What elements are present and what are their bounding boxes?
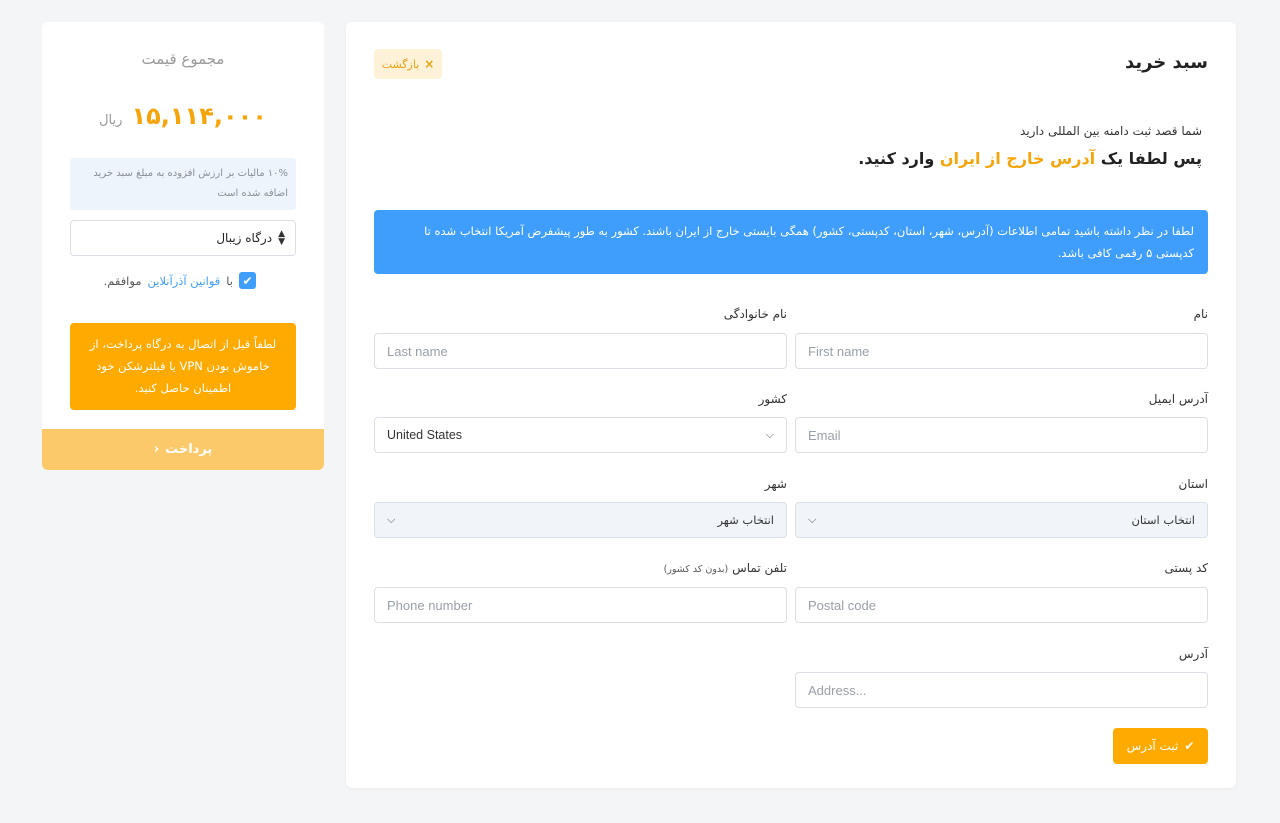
- total-price-currency: ریال: [99, 113, 123, 128]
- phone-label-text: تلفن تماس: [732, 561, 787, 575]
- back-button[interactable]: × بازگشت: [374, 49, 442, 79]
- price-summary-title: مجموع قیمت: [141, 50, 225, 68]
- submit-address-label: ثبت آدرس: [1126, 739, 1179, 753]
- intro-instruction: پس لطفا یک آدرس خارج از ایران وارد کنید.: [858, 149, 1202, 168]
- state-label: استان: [1178, 477, 1208, 491]
- first-name-label: نام: [1193, 307, 1208, 321]
- country-select[interactable]: United States ⌵: [374, 417, 787, 453]
- email-label: آدرس ایمیل: [1148, 392, 1208, 406]
- cart-panel: سبد خرید × بازگشت شما قصد ثبت دامنه بین …: [346, 22, 1236, 788]
- email-input[interactable]: [795, 417, 1208, 453]
- terms-link[interactable]: قوانین آذرآنلاین: [147, 274, 220, 288]
- terms-agreement: ✔ با قوانین آذرآنلاین موافقم.: [42, 272, 256, 289]
- first-name-input[interactable]: [795, 333, 1208, 369]
- last-name-label: نام خانوادگی: [723, 307, 787, 321]
- postal-code-label: کد پستی: [1164, 561, 1209, 575]
- country-select-value: United States: [387, 428, 463, 442]
- chevron-down-icon: ⌵: [765, 428, 774, 441]
- tax-note: ۱۰% مالیات بر ارزش افزوده به مبلغ سبد خر…: [70, 158, 296, 210]
- terms-prefix: با: [226, 273, 233, 288]
- total-price-amount: ۱۵,۱۱۴,۰۰۰: [131, 102, 267, 130]
- phone-label-note: (بدون کد کشور): [663, 564, 729, 575]
- city-select-value: انتخاب شهر: [717, 513, 774, 527]
- chevron-down-icon: ⌵: [808, 513, 817, 526]
- total-price: ۱۵,۱۱۴,۰۰۰ ریال: [42, 102, 324, 130]
- check-icon: ✔: [242, 273, 253, 288]
- vpn-warning: لطفاً قبل از اتصال به درگاه پرداخت، از خ…: [70, 323, 296, 410]
- close-icon: ×: [424, 57, 435, 71]
- submit-address-button[interactable]: ✔ ثبت آدرس: [1113, 728, 1208, 764]
- address-label: آدرس: [1178, 647, 1208, 661]
- terms-suffix: موافقم.: [103, 273, 142, 288]
- back-button-label: بازگشت: [381, 57, 420, 71]
- phone-label: تلفن تماس (بدون کد کشور): [664, 561, 787, 575]
- phone-input[interactable]: [374, 587, 787, 623]
- pay-button[interactable]: پرداخت ‹: [42, 429, 324, 470]
- chevron-left-icon: ‹: [153, 442, 160, 457]
- intro-text: شما قصد ثبت دامنه بین المللی دارید: [1020, 124, 1202, 138]
- address-input[interactable]: [795, 672, 1208, 708]
- page-title: سبد خرید: [1124, 52, 1208, 73]
- pay-button-label: پرداخت: [165, 442, 213, 457]
- city-select[interactable]: انتخاب شهر ⌵: [374, 502, 787, 538]
- terms-checkbox[interactable]: ✔: [239, 272, 256, 289]
- chevron-down-icon: ⌵: [387, 513, 396, 526]
- payment-gateway-value: درگاه زیبال: [216, 231, 273, 245]
- intro-suffix: وارد کنید.: [858, 149, 935, 168]
- sort-arrows-icon: ▲ ▼: [278, 229, 285, 247]
- state-select-value: انتخاب استان: [1131, 513, 1195, 527]
- state-select[interactable]: انتخاب استان ⌵: [795, 502, 1208, 538]
- intro-highlight: آدرس خارج از ایران: [939, 149, 1096, 168]
- price-summary-panel: مجموع قیمت ۱۵,۱۱۴,۰۰۰ ریال ۱۰% مالیات بر…: [42, 22, 324, 470]
- check-icon: ✔: [1184, 739, 1195, 753]
- country-label: کشور: [758, 392, 787, 406]
- info-alert: لطفا در نظر داشته باشید تمامی اطلاعات (آ…: [374, 210, 1208, 274]
- intro-prefix: پس لطفا یک: [1100, 149, 1202, 168]
- payment-gateway-select[interactable]: ▲ ▼ درگاه زیبال: [70, 220, 296, 256]
- postal-code-input[interactable]: [795, 587, 1208, 623]
- last-name-input[interactable]: [374, 333, 787, 369]
- city-label: شهر: [764, 477, 787, 491]
